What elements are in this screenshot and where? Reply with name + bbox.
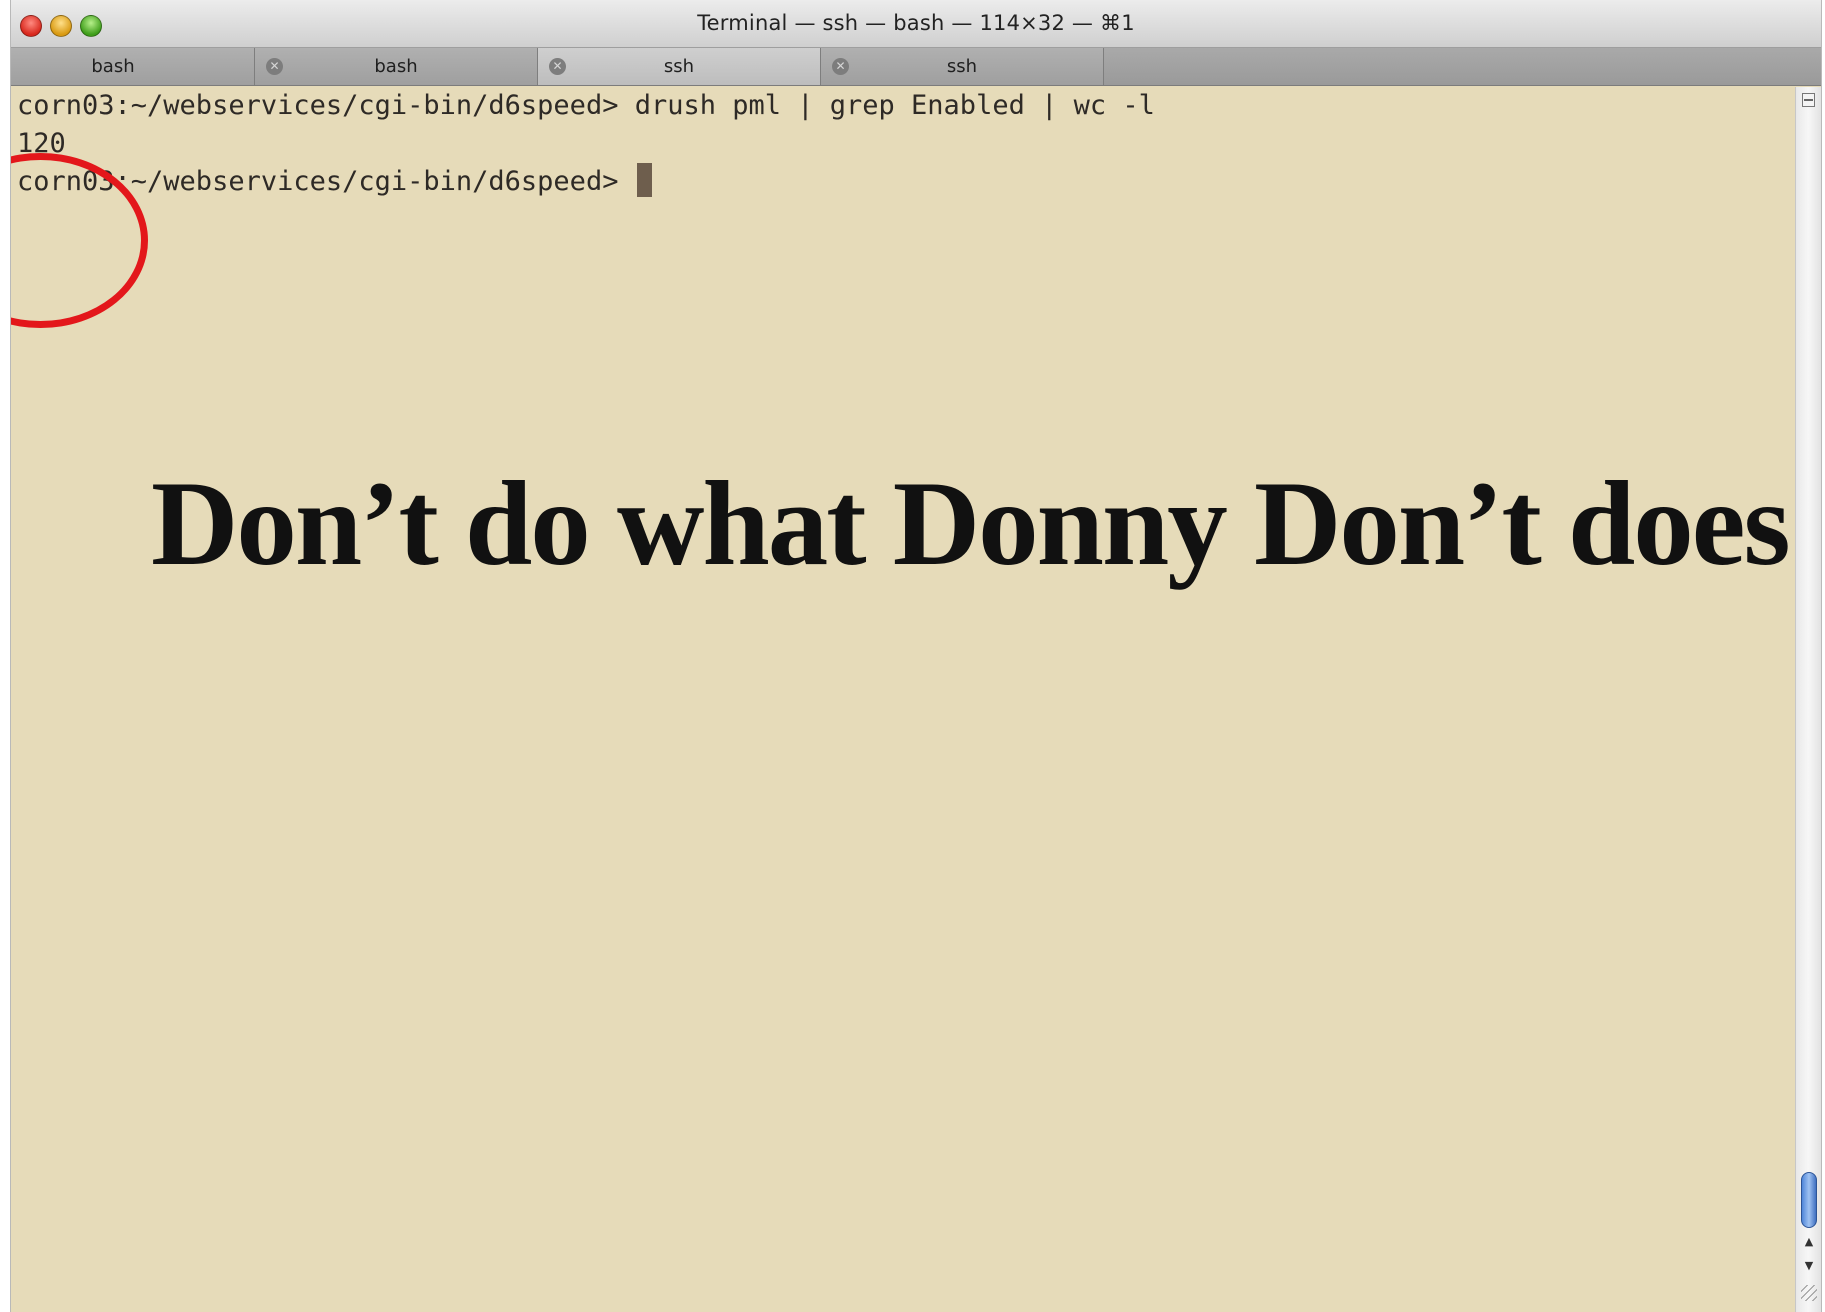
tab-label: ssh	[946, 56, 978, 77]
terminal-window: Terminal — ssh — bash — 114×32 — ⌘1 ✕ ba…	[10, 0, 1822, 1312]
tab-label: bash	[374, 56, 418, 77]
tab-label: bash	[91, 56, 135, 77]
arrow-up-icon[interactable]: ▲	[1802, 1235, 1816, 1248]
split-pane-icon[interactable]	[1802, 93, 1815, 107]
vertical-scrollbar[interactable]: ▲ ▼	[1795, 87, 1821, 1312]
window-title: Terminal — ssh — bash — 114×32 — ⌘1	[697, 11, 1135, 35]
tab-ssh-1[interactable]: ✕ ssh	[538, 48, 821, 85]
terminal-output[interactable]: corn03:~/webservices/cgi-bin/d6speed> dr…	[11, 87, 1796, 1312]
tab-bar: ✕ bash ✕ bash ✕ ssh ✕ ssh	[11, 48, 1821, 86]
tab-bash-2[interactable]: ✕ bash	[255, 48, 538, 85]
title-bar[interactable]: Terminal — ssh — bash — 114×32 — ⌘1	[11, 0, 1821, 48]
scroll-thumb[interactable]	[1801, 1172, 1817, 1228]
tab-bash-1[interactable]: ✕ bash	[11, 48, 255, 85]
tab-ssh-2[interactable]: ✕ ssh	[821, 48, 1104, 85]
text-cursor	[636, 163, 652, 197]
arrow-down-icon[interactable]: ▼	[1802, 1259, 1816, 1272]
command-line: corn03:~/webservices/cgi-bin/d6speed> dr…	[17, 90, 1155, 121]
overlay-caption: Don’t do what Donny Don’t does	[151, 457, 1791, 591]
resize-grip-icon[interactable]	[1801, 1285, 1817, 1301]
tab-label: ssh	[663, 56, 695, 77]
